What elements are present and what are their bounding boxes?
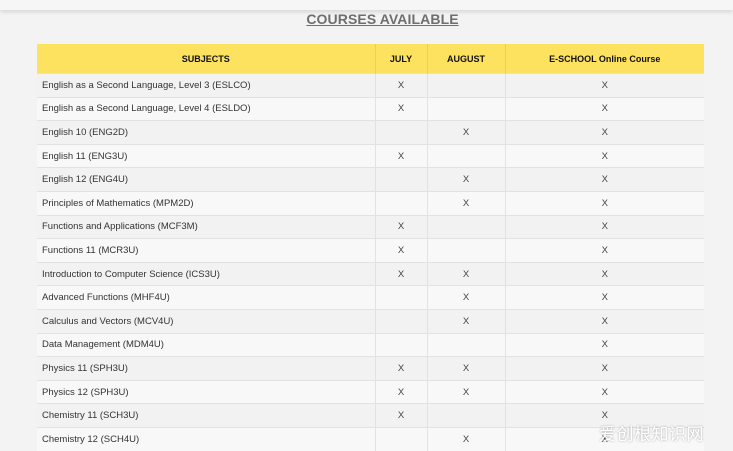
table-row: Introduction to Computer Science (ICS3U)… (37, 262, 704, 286)
table-row: Data Management (MDM4U) X (37, 333, 704, 357)
eschool-cell: X (505, 357, 704, 381)
watermark-text: 爱创根知识网 (599, 420, 704, 445)
page-title: COURSES AVAILABLE (0, 11, 733, 27)
table-row: Functions and Applications (MCF3M)XX (37, 215, 704, 239)
subject-cell: English 10 (ENG2D) (37, 121, 375, 145)
subject-cell: Chemistry 12 (SCH4U) (37, 427, 375, 451)
subject-cell: Functions and Applications (MCF3M) (37, 215, 375, 239)
subject-cell: English as a Second Language, Level 3 (E… (37, 74, 375, 98)
july-cell (375, 121, 427, 145)
july-cell (375, 191, 427, 215)
subject-cell: Physics 12 (SPH3U) (37, 380, 375, 404)
august-cell (427, 239, 505, 263)
eschool-cell: X (505, 215, 704, 239)
august-cell: X (427, 309, 505, 333)
eschool-cell: X (505, 121, 704, 145)
table-row: Calculus and Vectors (MCV4U) XX (37, 309, 704, 333)
eschool-cell: X (505, 144, 704, 168)
july-cell: X (375, 404, 427, 428)
subject-cell: Chemistry 11 (SCH3U) (37, 404, 375, 428)
july-cell (375, 333, 427, 357)
column-header-july: JULY (375, 44, 427, 74)
subject-cell: English 12 (ENG4U) (37, 168, 375, 192)
table-body: English as a Second Language, Level 3 (E… (37, 74, 704, 451)
july-cell: X (375, 97, 427, 121)
subject-cell: Calculus and Vectors (MCV4U) (37, 309, 375, 333)
july-cell (375, 309, 427, 333)
eschool-cell: X (505, 239, 704, 263)
eschool-cell: X (505, 309, 704, 333)
subject-cell: Advanced Functions (MHF4U) (37, 286, 375, 310)
table-row: Advanced Functions (MHF4U) XX (37, 286, 704, 310)
august-cell: X (427, 286, 505, 310)
august-cell: X (427, 357, 505, 381)
july-cell (375, 286, 427, 310)
column-header-eschool: E-SCHOOL Online Course (505, 44, 704, 74)
table-row: English as a Second Language, Level 4 (E… (37, 97, 704, 121)
subject-cell: English as a Second Language, Level 4 (E… (37, 97, 375, 121)
august-cell (427, 144, 505, 168)
july-cell: X (375, 215, 427, 239)
august-cell (427, 215, 505, 239)
column-header-august: AUGUST (427, 44, 505, 74)
courses-table: SUBJECTS JULY AUGUST E-SCHOOL Online Cou… (37, 44, 704, 451)
table-row: Principles of Mathematics (MPM2D) XX (37, 191, 704, 215)
august-cell: X (427, 191, 505, 215)
table-row: English 12 (ENG4U) XX (37, 168, 704, 192)
july-cell (375, 168, 427, 192)
table-row: English 10 (ENG2D) XX (37, 121, 704, 145)
july-cell (375, 427, 427, 451)
table-row: Physics 11 (SPH3U)XXX (37, 357, 704, 381)
subject-cell: English 11 (ENG3U) (37, 144, 375, 168)
august-cell: X (427, 380, 505, 404)
august-cell (427, 333, 505, 357)
july-cell: X (375, 380, 427, 404)
table-row: English as a Second Language, Level 3 (E… (37, 74, 704, 98)
subject-cell: Introduction to Computer Science (ICS3U) (37, 262, 375, 286)
eschool-cell: X (505, 97, 704, 121)
table-row: Physics 12 (SPH3U)XXX (37, 380, 704, 404)
august-cell: X (427, 121, 505, 145)
table-row: Functions 11 (MCR3U)XX (37, 239, 704, 263)
eschool-cell: X (505, 380, 704, 404)
eschool-cell: X (505, 191, 704, 215)
july-cell: X (375, 357, 427, 381)
subject-cell: Principles of Mathematics (MPM2D) (37, 191, 375, 215)
eschool-cell: X (505, 262, 704, 286)
subject-cell: Functions 11 (MCR3U) (37, 239, 375, 263)
july-cell: X (375, 74, 427, 98)
august-cell: X (427, 427, 505, 451)
eschool-cell: X (505, 168, 704, 192)
eschool-cell: X (505, 74, 704, 98)
subject-cell: Data Management (MDM4U) (37, 333, 375, 357)
july-cell: X (375, 144, 427, 168)
july-cell: X (375, 239, 427, 263)
august-cell: X (427, 262, 505, 286)
august-cell (427, 74, 505, 98)
table-header-row: SUBJECTS JULY AUGUST E-SCHOOL Online Cou… (37, 44, 704, 74)
july-cell: X (375, 262, 427, 286)
august-cell: X (427, 168, 505, 192)
eschool-cell: X (505, 286, 704, 310)
august-cell (427, 97, 505, 121)
column-header-subjects: SUBJECTS (37, 44, 375, 74)
table-row: English 11 (ENG3U)XX (37, 144, 704, 168)
eschool-cell: X (505, 333, 704, 357)
august-cell (427, 404, 505, 428)
top-bar (0, 0, 733, 10)
subject-cell: Physics 11 (SPH3U) (37, 357, 375, 381)
